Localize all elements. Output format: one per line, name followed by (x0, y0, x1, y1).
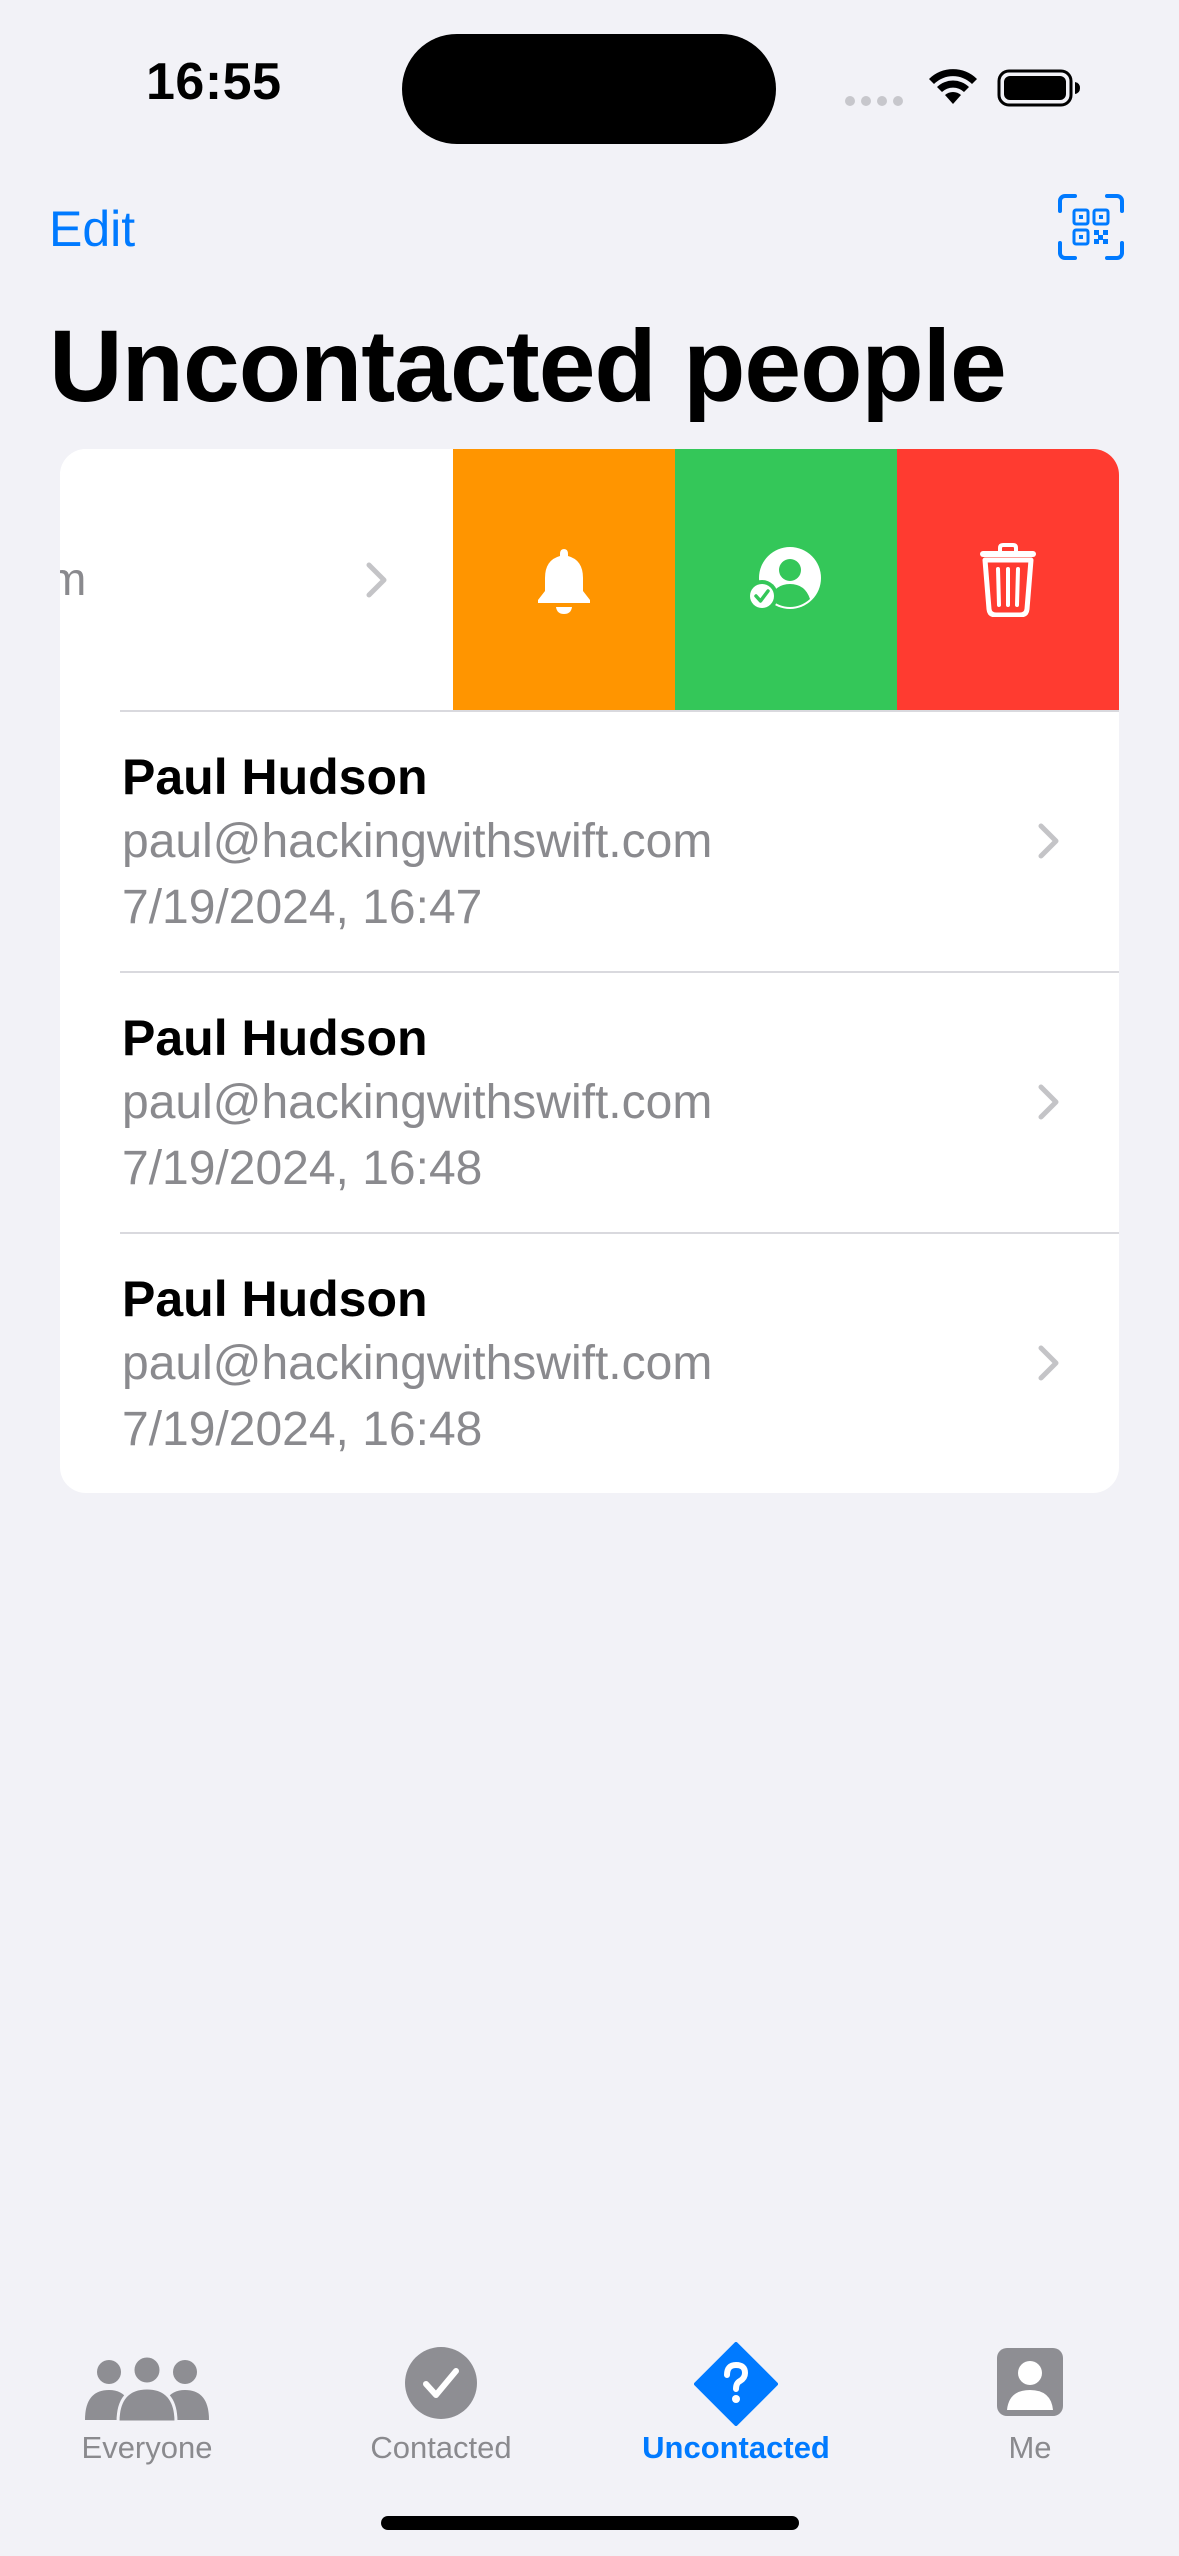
edit-button[interactable]: Edit (49, 200, 135, 258)
people-list: m Paul Hudson paul@hackingwithswift.com … (60, 449, 1119, 1493)
tab-contacted[interactable]: Contacted (294, 2326, 588, 2476)
tab-label: Everyone (81, 2430, 213, 2465)
tab-label: Uncontacted (642, 2430, 830, 2465)
tab-label: Contacted (370, 2430, 512, 2465)
checkmark-circle-icon (405, 2347, 477, 2419)
list-row[interactable]: Paul Hudson paul@hackingwithswift.com 7/… (60, 971, 1119, 1232)
list-row[interactable]: Paul Hudson paul@hackingwithswift.com 7/… (60, 1232, 1119, 1493)
mark-contacted-action-button[interactable] (675, 449, 897, 710)
contact-date: 7/19/2024, 16:47 (122, 881, 483, 934)
swiped-row-text: m (60, 553, 87, 605)
status-icons (845, 62, 1085, 112)
contact-date: 7/19/2024, 16:48 (122, 1142, 483, 1195)
chevron-right-icon (366, 562, 387, 598)
remind-action-button[interactable] (453, 449, 675, 710)
contact-email: paul@hackingwithswift.com (122, 1337, 713, 1390)
contact-name: Paul Hudson (122, 749, 428, 805)
contact-name: Paul Hudson (122, 1010, 428, 1066)
bell-icon (538, 548, 590, 614)
person-checkmark-icon (746, 546, 821, 612)
tab-me[interactable]: Me (883, 2326, 1177, 2476)
questionmark-diamond-icon (694, 2342, 778, 2426)
person-crop-square-icon (997, 2348, 1063, 2416)
contact-date: 7/19/2024, 16:48 (122, 1403, 483, 1456)
chevron-right-icon (1038, 1345, 1059, 1381)
list-row[interactable]: Paul Hudson paul@hackingwithswift.com 7/… (60, 710, 1119, 971)
home-indicator (381, 2516, 799, 2530)
dynamic-island (402, 34, 776, 144)
swiped-list-row[interactable]: m (60, 449, 1119, 710)
swiped-row-content[interactable]: m (60, 449, 453, 710)
tab-uncontacted[interactable]: Uncontacted (589, 2326, 883, 2476)
status-time: 16:55 (146, 53, 282, 111)
person-3-icon (85, 2356, 209, 2422)
row-separator (120, 1232, 1119, 1234)
tab-label: Me (1008, 2430, 1052, 2465)
contact-name: Paul Hudson (122, 1271, 428, 1327)
delete-action-button[interactable] (897, 449, 1119, 710)
contact-email: paul@hackingwithswift.com (122, 815, 713, 868)
cellular-signal-icon (845, 96, 905, 106)
trash-icon (980, 542, 1036, 617)
qrcode-viewfinder-icon[interactable] (1057, 193, 1125, 261)
chevron-right-icon (1038, 823, 1059, 859)
contact-email: paul@hackingwithswift.com (122, 1076, 713, 1129)
row-separator (120, 971, 1119, 973)
page-title: Uncontacted people (49, 309, 1007, 423)
chevron-right-icon (1038, 1084, 1059, 1120)
wifi-icon (929, 69, 977, 104)
battery-icon (997, 69, 1080, 107)
tab-everyone[interactable]: Everyone (0, 2326, 294, 2476)
row-separator (120, 710, 1119, 712)
